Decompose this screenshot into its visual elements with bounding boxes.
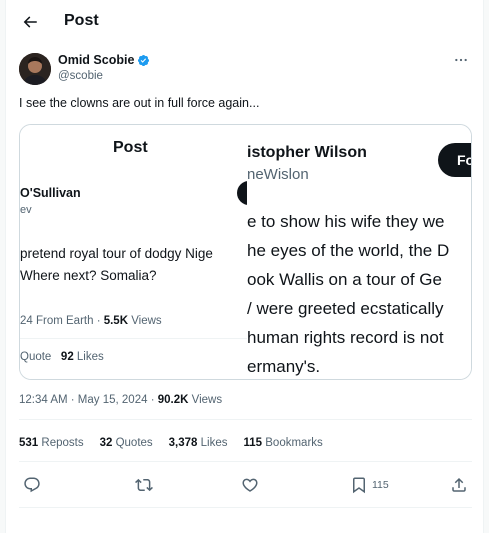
stat-label: Quotes (115, 437, 153, 449)
verified-badge-icon (138, 54, 150, 66)
embedded-likes-count: 92 (60, 351, 74, 363)
bookmark-count: 115 (372, 479, 389, 491)
embedded-text-line: human rights record is not (247, 328, 444, 347)
embedded-meta-prefix: 24 From Earth · (20, 315, 104, 327)
post-views-label: Views (188, 394, 223, 406)
like-button[interactable] (241, 474, 259, 496)
embedded-text-line: he eyes of the world, the D (247, 241, 450, 260)
avatar[interactable] (19, 53, 51, 85)
stat-label: Reposts (41, 437, 84, 449)
embedded-author-handle: neWislon (247, 166, 309, 183)
stat-count: 32 (99, 437, 113, 449)
reply-button[interactable] (23, 474, 41, 496)
stat-count: 531 (19, 437, 39, 449)
stat-label: Likes (200, 437, 228, 449)
author-handle[interactable]: @scobie (58, 70, 103, 82)
stat-count: 115 (243, 437, 263, 449)
embedded-divider (20, 338, 247, 339)
author-name-text: Omid Scobie (58, 53, 135, 67)
embedded-screenshot-right[interactable]: istopher Wilson neWislon Fo e to show hi… (247, 125, 471, 379)
bookmark-button[interactable]: 115 (350, 474, 389, 496)
divider (19, 507, 472, 508)
header: Post (6, 0, 483, 44)
embedded-stats: Quote 92 Likes (20, 351, 104, 363)
embedded-text-line: Where next? Somalia? (20, 268, 157, 283)
embedded-text-block: e to show his wife they we he eyes of th… (247, 207, 450, 379)
embedded-screenshot-left[interactable]: Post O'Sullivan ev pretend royal tour of… (20, 125, 247, 379)
tweet-text: I see the clowns are out in full force a… (19, 96, 260, 110)
embedded-meta: 24 From Earth · 5.5K Views (20, 315, 162, 327)
stat-count: 3,378 (168, 437, 198, 449)
embedded-text-line: / were greeted ecstatically (247, 299, 444, 318)
divider (19, 419, 472, 420)
back-arrow-icon (23, 16, 37, 28)
embedded-author-name: istopher Wilson (247, 144, 367, 161)
bookmark-icon (353, 477, 365, 494)
post-views-count: 90.2K (157, 394, 189, 406)
divider (19, 461, 472, 462)
embedded-text-line: ermany's. (247, 357, 321, 376)
embedded-author-name: O'Sullivan (20, 186, 81, 200)
author-name[interactable]: Omid Scobie (58, 53, 150, 67)
share-button[interactable] (450, 474, 468, 496)
embedded-views-label: Views (128, 315, 162, 327)
embedded-follow-pill (237, 181, 247, 205)
share-icon (452, 477, 466, 492)
like-icon (242, 478, 258, 492)
engagement-stats: 531 Reposts 32 Quotes 3,378 Likes 115 Bo… (19, 437, 323, 449)
more-button[interactable] (451, 52, 471, 68)
embedded-views-count: 5.5K (103, 315, 129, 327)
page-title: Post (64, 12, 99, 29)
more-icon (455, 58, 467, 62)
reply-icon (24, 477, 40, 493)
stat-likes[interactable]: 3,378 Likes (169, 437, 228, 449)
repost-icon (135, 478, 153, 492)
embedded-quote-label: Quote (20, 351, 52, 363)
post-page: Post Omid Scobie @scobie I see the clown… (5, 0, 484, 533)
embedded-text-line: e to show his wife they we (247, 212, 445, 231)
embedded-text-line: pretend royal tour of dodgy Nige (20, 246, 213, 261)
stat-bookmarks[interactable]: 115 Bookmarks (244, 437, 323, 449)
repost-button[interactable] (135, 474, 153, 496)
stat-quotes[interactable]: 32 Quotes (100, 437, 153, 449)
post-timestamp[interactable]: 12:34 AM · May 15, 2024 · 90.2K Views (19, 394, 222, 406)
post-time: 12:34 AM · May 15, 2024 · (19, 394, 158, 406)
action-bar: 115 (19, 474, 472, 496)
media-card[interactable]: Post O'Sullivan ev pretend royal tour of… (19, 124, 472, 380)
embedded-author-handle: ev (20, 204, 32, 216)
back-button[interactable] (18, 10, 42, 34)
embedded-likes-label: Likes (73, 351, 104, 363)
embedded-follow-button: Fo (438, 143, 471, 177)
stat-reposts[interactable]: 531 Reposts (19, 437, 84, 449)
stat-label: Bookmarks (265, 437, 323, 449)
embedded-text-line: ook Wallis on a tour of Ge (247, 270, 442, 289)
embedded-post-title: Post (113, 139, 148, 156)
